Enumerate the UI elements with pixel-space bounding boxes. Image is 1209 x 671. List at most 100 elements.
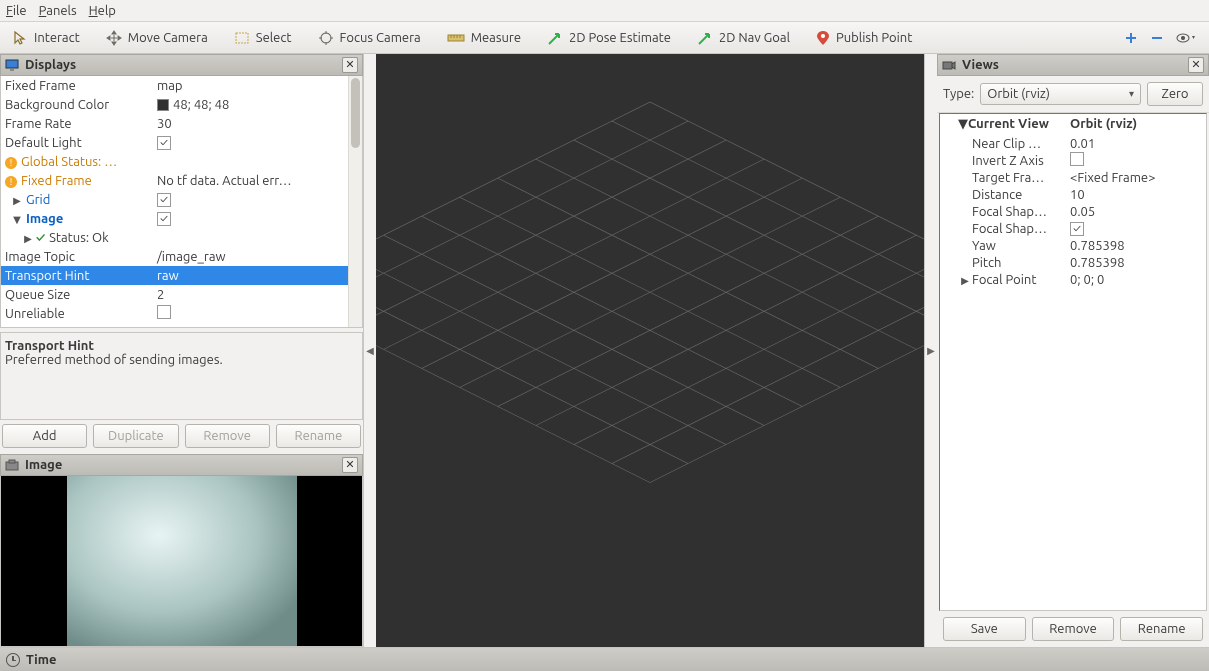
prop-fixed-frame[interactable]: Fixed Frame	[3, 79, 155, 93]
checkbox-default-light[interactable]: ✓	[157, 136, 171, 150]
prop-focal-shape-size[interactable]: Focal Shap…	[940, 205, 1068, 219]
checkbox-invert-z[interactable]	[1070, 152, 1084, 166]
image-view[interactable]	[0, 476, 363, 647]
tool-publish-point[interactable]: Publish Point	[810, 27, 918, 49]
menu-help[interactable]: Help	[89, 4, 116, 18]
color-swatch-icon	[157, 99, 169, 111]
display-grid[interactable]: ▶ Grid	[3, 193, 155, 207]
prop-unreliable[interactable]: Unreliable	[3, 307, 155, 321]
menu-panels[interactable]: Panels	[39, 4, 77, 18]
checkbox-unreliable[interactable]	[157, 305, 171, 319]
image-panel-title: Image	[25, 458, 336, 472]
checkbox-grid[interactable]: ✓	[157, 193, 171, 207]
display-image[interactable]: ▼ Image	[3, 212, 155, 226]
current-view-row[interactable]: ▼Current View Orbit (rviz)	[940, 114, 1206, 135]
global-status[interactable]: !Global Status: …	[3, 155, 155, 169]
prop-frame-rate[interactable]: Frame Rate	[3, 117, 155, 131]
prop-target-frame[interactable]: Target Fra…	[940, 171, 1068, 185]
views-buttons: Save Remove Rename	[937, 611, 1209, 647]
3d-view[interactable]	[376, 54, 925, 647]
scrollbar-thumb[interactable]	[351, 78, 360, 148]
prop-near-clip[interactable]: Near Clip …	[940, 137, 1068, 151]
expander-icon[interactable]: ▼	[11, 214, 23, 226]
tool-2d-nav[interactable]: 2D Nav Goal	[691, 27, 796, 49]
displays-panel-header[interactable]: Displays ✕	[0, 54, 363, 76]
prop-bg-value[interactable]: 48; 48; 48	[155, 98, 360, 112]
menu-file[interactable]: File	[6, 4, 27, 18]
prop-queue-size-value[interactable]: 2	[155, 288, 360, 302]
prop-image-topic-value[interactable]: /image_raw	[155, 250, 360, 264]
arrow-green-icon	[697, 30, 713, 46]
view-type-combo[interactable]: Orbit (rviz) ▾	[980, 83, 1141, 105]
toolbar: Interact Move Camera Select Focus Camera…	[0, 22, 1209, 54]
zero-button[interactable]: Zero	[1147, 82, 1203, 106]
prop-focal-point[interactable]: ▶Focal Point	[940, 273, 1068, 287]
time-panel-header[interactable]: Time	[0, 647, 1209, 671]
tool-measure[interactable]: Measure	[441, 28, 527, 48]
expander-icon[interactable]: ▶	[23, 233, 33, 245]
close-icon[interactable]: ✕	[1188, 57, 1204, 73]
arrow-green-icon	[547, 30, 563, 46]
plus-icon[interactable]	[1123, 30, 1139, 46]
chevron-right-icon: ▶	[927, 345, 935, 357]
grid-icon	[376, 71, 924, 631]
prop-transport-hint: Transport Hint	[3, 269, 155, 283]
views-tree[interactable]: ▼Current View Orbit (rviz) Near Clip …0.…	[939, 113, 1207, 611]
prop-frame-rate-value[interactable]: 30	[155, 117, 360, 131]
type-label: Type:	[943, 87, 974, 101]
save-button[interactable]: Save	[943, 617, 1026, 641]
close-icon[interactable]: ✕	[342, 457, 358, 473]
prop-image-topic[interactable]: Image Topic	[3, 250, 155, 264]
prop-default-light[interactable]: Default Light	[3, 136, 155, 150]
tool-focus-camera[interactable]: Focus Camera	[312, 27, 427, 49]
warning-icon: !	[5, 157, 17, 169]
tool-select-label: Select	[256, 31, 292, 45]
remove-button[interactable]: Remove	[185, 424, 270, 448]
tool-select[interactable]: Select	[228, 27, 298, 49]
prop-invert-z[interactable]: Invert Z Axis	[940, 154, 1068, 168]
tool-interact[interactable]: Interact	[6, 27, 86, 49]
prop-fixed-frame-value[interactable]: map	[155, 79, 360, 93]
camera-icon	[5, 458, 19, 472]
expander-icon[interactable]: ▶	[11, 195, 23, 207]
minus-icon[interactable]	[1149, 30, 1165, 46]
expander-icon[interactable]: ▶	[960, 275, 970, 287]
select-icon	[234, 30, 250, 46]
views-rename-button[interactable]: Rename	[1120, 617, 1203, 641]
prop-yaw[interactable]: Yaw	[940, 239, 1068, 253]
close-icon[interactable]: ✕	[342, 57, 358, 73]
prop-bg-color[interactable]: Background Color	[3, 98, 155, 112]
status-ok[interactable]: ▶ ✓Status: Ok	[3, 231, 155, 245]
rename-button[interactable]: Rename	[276, 424, 361, 448]
scrollbar[interactable]	[348, 76, 362, 327]
eye-dropdown-icon[interactable]	[1175, 30, 1197, 46]
prop-distance[interactable]: Distance	[940, 188, 1068, 202]
views-remove-button[interactable]: Remove	[1032, 617, 1115, 641]
prop-pitch[interactable]: Pitch	[940, 256, 1068, 270]
image-panel-header[interactable]: Image ✕	[0, 454, 363, 476]
views-panel-header[interactable]: Views ✕	[937, 54, 1209, 76]
prop-queue-size[interactable]: Queue Size	[3, 288, 155, 302]
checkbox-image[interactable]: ✓	[157, 212, 171, 226]
displays-buttons: Add Duplicate Remove Rename	[0, 420, 363, 454]
duplicate-button[interactable]: Duplicate	[93, 424, 178, 448]
displays-tree[interactable]: Fixed Framemap Background Color48; 48; 4…	[0, 76, 363, 328]
status-fixed-frame[interactable]: !Fixed Frame	[3, 174, 155, 188]
monitor-icon	[5, 58, 19, 72]
splitter-left[interactable]: ◀	[364, 54, 376, 647]
checkbox-focal-shape[interactable]: ✓	[1070, 222, 1084, 236]
status-fixed-frame-msg: No tf data. Actual err…	[155, 174, 360, 188]
add-button[interactable]: Add	[2, 424, 87, 448]
tool-2d-pose[interactable]: 2D Pose Estimate	[541, 27, 677, 49]
description-text: Preferred method of sending images.	[5, 353, 358, 367]
description-title: Transport Hint	[5, 339, 358, 353]
prop-transport-hint-value[interactable]: raw	[155, 269, 360, 283]
chevron-down-icon: ▾	[1129, 88, 1134, 100]
expander-icon[interactable]: ▼	[958, 117, 968, 131]
splitter-right[interactable]: ▶	[925, 54, 937, 647]
prop-transport-hint-row[interactable]: Transport Hintraw	[1, 266, 362, 285]
tool-move-camera[interactable]: Move Camera	[100, 27, 214, 49]
checkmark-icon: ✓	[36, 231, 45, 245]
pin-icon	[816, 30, 830, 46]
prop-focal-shape-fixed[interactable]: Focal Shap…	[940, 222, 1068, 236]
